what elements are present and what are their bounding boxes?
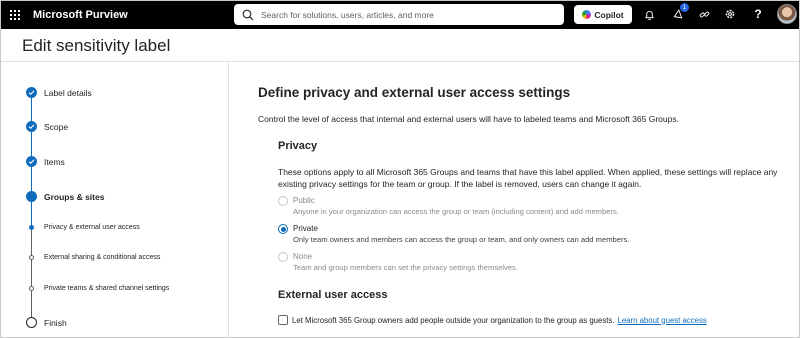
wizard-step-label: External sharing & conditional access (44, 254, 161, 261)
gear-icon (725, 9, 735, 19)
privacy-heading: Privacy (278, 140, 318, 152)
wizard-step-groups-sites[interactable]: Groups & sites (26, 191, 104, 202)
search-icon (242, 9, 254, 20)
radio-button[interactable] (278, 196, 288, 206)
copilot-button[interactable]: Copilot (574, 5, 632, 24)
checkmark-icon (26, 87, 37, 98)
privacy-option-private[interactable]: Private Only team owners and members can… (278, 223, 629, 245)
radio-button[interactable] (278, 252, 288, 262)
avatar[interactable] (777, 4, 797, 24)
radio-description: Only team owners and members can access … (293, 235, 630, 244)
wizard-substep-private-teams[interactable]: Private teams & shared channel settings (29, 285, 169, 292)
wizard-step-label: Scope (44, 121, 69, 132)
current-step-icon (26, 191, 37, 202)
wizard-step-label: Privacy & external user access (44, 224, 140, 231)
privacy-description: These options apply to all Microsoft 365… (278, 167, 778, 189)
wizard-nav: Label details Scope Items Groups & sites… (0, 62, 229, 338)
wizard-substep-external-sharing[interactable]: External sharing & conditional access (29, 254, 160, 261)
section-description: Control the level of access that interna… (258, 114, 679, 124)
radio-button[interactable] (278, 224, 288, 234)
wizard-step-label: Items (44, 156, 65, 167)
guest-access-checkbox[interactable] (278, 315, 288, 325)
notification-badge: 1 (680, 3, 689, 12)
link-icon (699, 11, 709, 17)
section-title: Define privacy and external user access … (258, 85, 571, 100)
radio-label: None (293, 252, 313, 261)
learn-guest-access-link[interactable]: Learn about guest access (617, 316, 706, 325)
privacy-option-none[interactable]: None Team and group members can set the … (278, 251, 518, 273)
pending-step-icon (26, 317, 37, 328)
copilot-icon (582, 10, 592, 19)
radio-description: Anyone in your organization can access t… (293, 207, 619, 216)
help-button[interactable]: ? (750, 6, 766, 22)
top-bar: Microsoft Purview Search for solutions, … (0, 0, 800, 29)
wizard-step-label: Finish (44, 317, 67, 328)
page-title: Edit sensitivity label (22, 36, 171, 55)
external-access-heading: External user access (278, 289, 388, 301)
current-substep-icon (29, 225, 34, 230)
notifications-button[interactable] (641, 6, 657, 22)
wizard-step-finish[interactable]: Finish (26, 317, 67, 328)
privacy-option-public[interactable]: Public Anyone in your organization can a… (278, 195, 619, 217)
wizard-step-items[interactable]: Items (26, 156, 65, 167)
guest-access-option[interactable]: Let Microsoft 365 Group owners add peopl… (278, 315, 707, 325)
checkmark-icon (26, 121, 37, 132)
wizard-step-scope[interactable]: Scope (26, 121, 68, 132)
bell-icon (644, 10, 654, 20)
help-icon: ? (754, 7, 762, 21)
checkmark-icon (26, 156, 37, 167)
app-title[interactable]: Microsoft Purview (33, 9, 128, 21)
radio-description: Team and group members can set the priva… (293, 263, 518, 272)
links-button[interactable] (696, 6, 712, 22)
waffle-icon (9, 9, 20, 20)
wizard-step-label: Groups & sites (44, 191, 105, 202)
checkbox-label: Let Microsoft 365 Group owners add peopl… (292, 315, 615, 325)
pending-substep-icon (29, 286, 34, 291)
pending-substep-icon (29, 255, 34, 260)
wizard-step-label: Label details (44, 87, 92, 98)
whats-new-button[interactable]: 1 (669, 3, 689, 22)
search-placeholder: Search for solutions, users, articles, a… (261, 9, 434, 20)
radio-label: Public (293, 196, 315, 205)
wizard-substep-privacy[interactable]: Privacy & external user access (29, 224, 140, 231)
app-launcher-button[interactable] (0, 0, 29, 29)
search-input[interactable]: Search for solutions, users, articles, a… (234, 4, 564, 25)
pending-line (31, 226, 32, 322)
radio-label: Private (293, 224, 318, 233)
wizard-step-label-details[interactable]: Label details (26, 87, 92, 98)
copilot-label: Copilot (594, 9, 624, 20)
settings-button[interactable] (722, 6, 738, 22)
wizard-step-label: Private teams & shared channel settings (44, 285, 170, 292)
